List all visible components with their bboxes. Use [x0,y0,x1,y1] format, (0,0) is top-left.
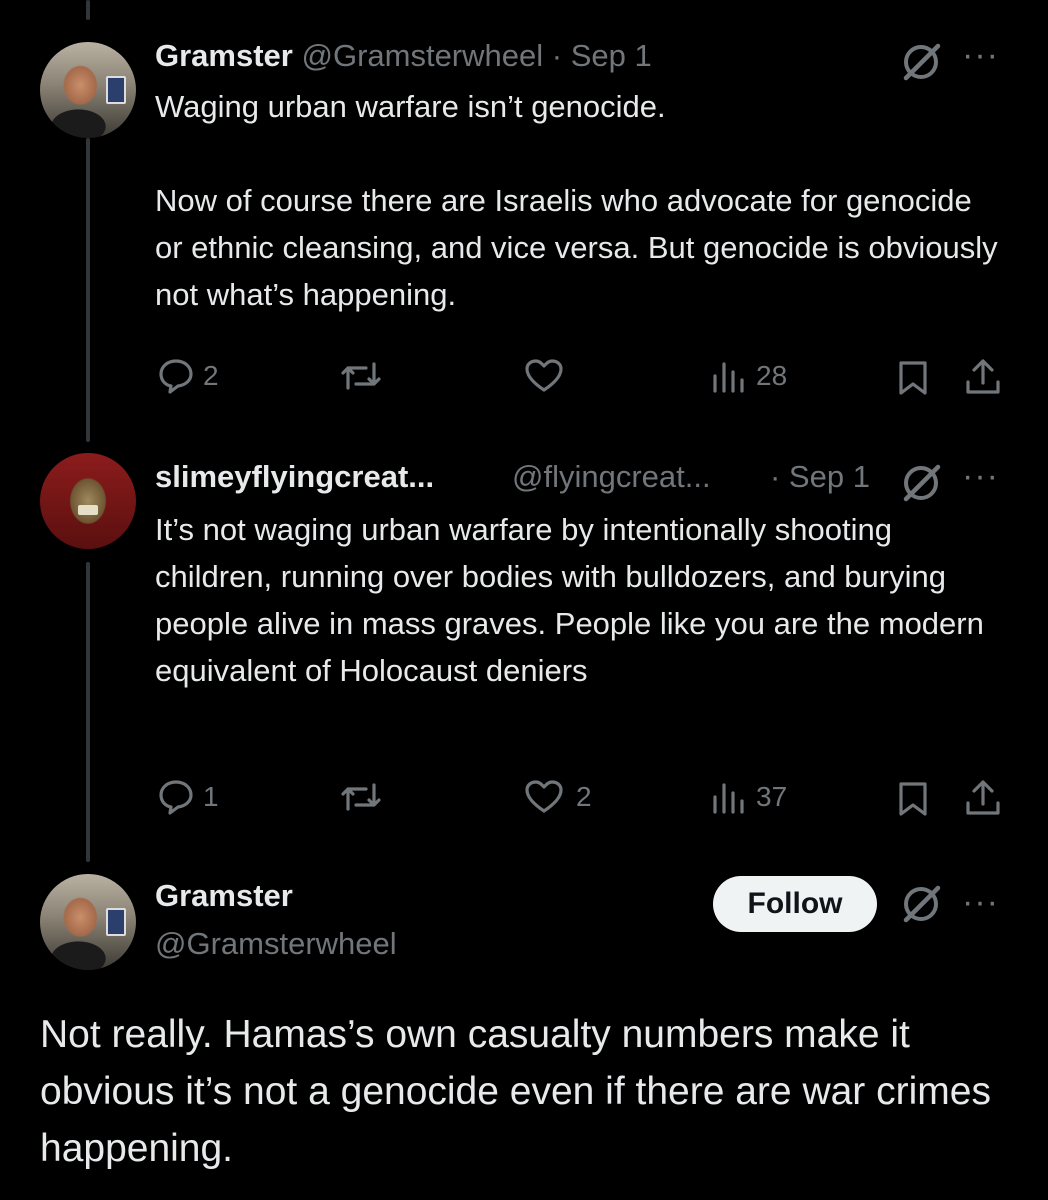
heart-icon [525,359,563,392]
heart-icon [525,780,563,813]
display-name[interactable]: slimeyflyingcreat... [155,459,434,494]
avatar[interactable] [40,42,136,138]
reply-icon [159,359,193,394]
display-name[interactable]: Gramster [155,38,293,73]
handle[interactable]: @flyingcreat... [512,459,711,494]
share-icon[interactable] [963,779,1003,817]
reply-button[interactable]: 1 [157,779,219,815]
retweet-icon [341,783,381,811]
thread-line-2 [86,562,90,862]
tweet-header: slimeyflyingcreat... [155,459,434,495]
grok-icon[interactable] [900,882,944,926]
reply-button[interactable]: 2 [157,358,219,394]
reply-count: 1 [203,781,219,812]
grok-icon[interactable] [900,40,944,84]
avatar[interactable] [40,874,136,970]
like-button[interactable]: 2 [524,779,592,815]
timestamp[interactable]: · Sep 1 [770,459,870,494]
timestamp[interactable]: · Sep 1 [552,38,652,73]
retweet-button[interactable] [340,358,382,394]
follow-button[interactable]: Follow [713,876,877,932]
like-count: 2 [576,781,592,812]
views-count: 37 [756,781,788,812]
more-options-icon[interactable]: ··· [962,459,999,493]
thread-line-top [86,0,90,20]
bookmark-icon[interactable] [897,360,929,396]
tweet-header-meta: @flyingcreat... [512,459,711,495]
avatar[interactable] [40,453,136,549]
handle[interactable]: @Gramsterwheel [301,38,543,73]
tweet-header: Gramster @Gramsterwheel · Sep 1 [155,38,652,74]
more-options-icon[interactable]: ··· [962,38,999,72]
views-button[interactable]: 28 [710,358,787,394]
more-options-icon[interactable]: ··· [962,885,999,919]
retweet-icon [341,362,381,390]
share-icon[interactable] [963,358,1003,396]
views-icon [713,783,744,814]
tweet-text: It’s not waging urban warfare by intenti… [155,512,984,688]
bookmark-icon[interactable] [897,781,929,817]
tweet-header-date: · Sep 1 [770,459,870,495]
grok-icon[interactable] [900,461,944,505]
views-count: 28 [756,360,788,391]
display-name[interactable]: Gramster [155,878,293,914]
thread-line-1 [86,138,90,442]
handle[interactable]: @Gramsterwheel [155,926,397,962]
reply-icon [159,780,193,815]
reply-count: 2 [203,360,219,391]
views-icon [713,362,744,393]
views-button[interactable]: 37 [710,779,787,815]
like-button[interactable] [524,358,564,394]
tweet-text: Waging urban warfare isn’t genocide. Now… [155,89,998,312]
retweet-button[interactable] [340,779,382,815]
main-tweet-text: Not really. Hamas’s own casualty numbers… [40,1013,991,1170]
